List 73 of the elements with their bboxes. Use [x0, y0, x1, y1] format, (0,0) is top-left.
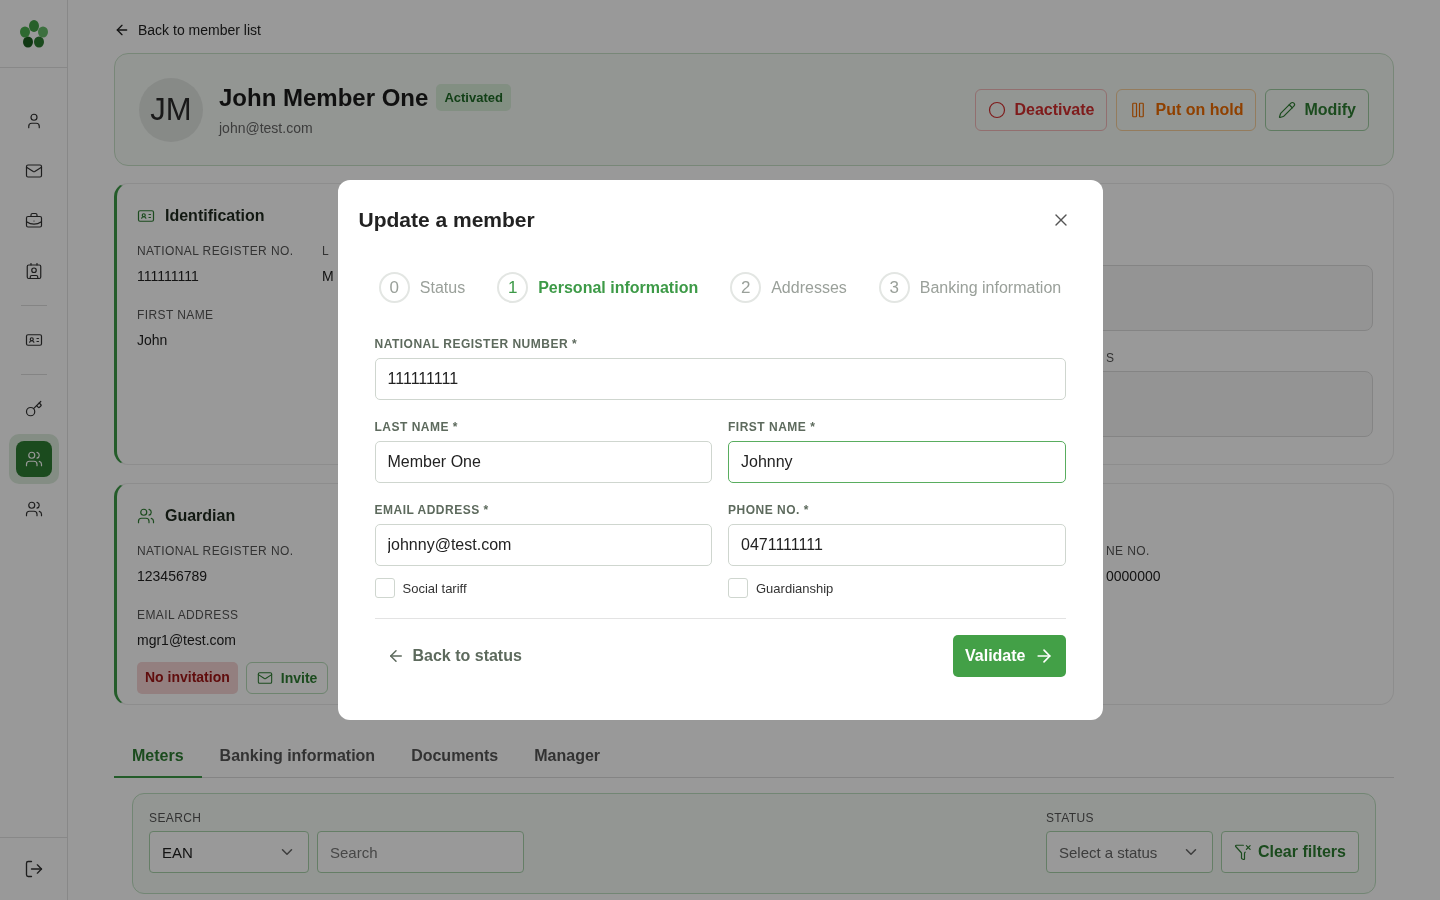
- field-label: NE NO.: [1106, 544, 1151, 558]
- status-badge: Activated: [436, 84, 511, 111]
- back-link-text: Back to member list: [138, 22, 261, 38]
- action-button[interactable]: Modify: [1265, 88, 1369, 131]
- input-field[interactable]: johnny@test.com: [374, 524, 712, 566]
- logo-icon: [18, 18, 49, 49]
- mail-icon: [256, 670, 273, 686]
- field-label: FIRST NAME: [137, 308, 215, 322]
- logout-icon[interactable]: [23, 859, 44, 879]
- action-button[interactable]: Deactivate: [975, 88, 1108, 131]
- back-button[interactable]: Back to status: [374, 635, 534, 677]
- input-field[interactable]: Member One: [374, 441, 712, 483]
- input-field[interactable]: 111111111: [374, 358, 1066, 400]
- field-label: EMAIL ADDRESS: [137, 608, 240, 622]
- member-email: john@test.com: [219, 119, 314, 136]
- filter-label: SEARCH: [149, 811, 203, 825]
- back-link[interactable]: Back to member list: [114, 20, 261, 40]
- step[interactable]: 0 Status: [378, 272, 466, 303]
- checkbox[interactable]: [728, 578, 748, 598]
- avatar: JM: [139, 77, 203, 142]
- search-type-select[interactable]: EAN: [149, 831, 309, 873]
- contact-book-icon: [24, 262, 43, 280]
- circle-icon: [988, 100, 1007, 119]
- checkbox-label: Social tariff: [402, 580, 467, 596]
- users-icon: [24, 500, 43, 518]
- member-name: John Member One: [219, 83, 429, 112]
- field-value: John: [137, 332, 169, 348]
- field-value: M: [322, 268, 335, 284]
- step[interactable]: 1 Personal information: [497, 272, 699, 303]
- tab[interactable]: Banking information: [201, 736, 394, 778]
- sidebar-item[interactable]: [8, 434, 59, 484]
- field-label: FIRST NAME *: [728, 420, 817, 434]
- field-value: 123456789: [137, 568, 209, 584]
- status-select[interactable]: Select a status: [1045, 831, 1213, 873]
- tab[interactable]: Manager: [516, 736, 619, 778]
- input-field[interactable]: 0471111111: [728, 524, 1066, 566]
- field-label: EMAIL ADDRESS *: [374, 503, 490, 517]
- filter-clear-icon: [1233, 843, 1252, 861]
- mail-icon: [24, 162, 43, 180]
- tab[interactable]: Documents: [393, 736, 517, 778]
- action-button[interactable]: Put on hold: [1116, 88, 1257, 131]
- checkbox[interactable]: [374, 578, 395, 598]
- id-card-icon: [137, 207, 155, 225]
- dialog-title: Update a member: [358, 208, 535, 232]
- card-title: Guardian: [165, 507, 236, 525]
- field-value: 0000000: [1106, 568, 1162, 584]
- invite-button[interactable]: Invite: [245, 662, 329, 694]
- tab[interactable]: Meters: [114, 736, 202, 778]
- briefcase-icon: [24, 212, 43, 230]
- search-field[interactable]: Search: [317, 831, 524, 873]
- pencil-icon: [1278, 100, 1297, 119]
- field-label: PHONE NO. *: [728, 503, 810, 517]
- field-label: NATIONAL REGISTER NUMBER *: [374, 337, 579, 351]
- field-label: NATIONAL REGISTER NO.: [137, 544, 295, 558]
- step[interactable]: 3 Banking information: [878, 272, 1062, 303]
- clear-filters-button[interactable]: Clear filters: [1220, 831, 1359, 873]
- users-icon: [137, 507, 155, 525]
- users-icon: [24, 450, 43, 468]
- field-label: S: [1106, 351, 1116, 365]
- id-card-icon: [24, 331, 43, 349]
- field-label: LAST NAME *: [374, 420, 459, 434]
- checkbox-label: Guardianship: [756, 580, 834, 596]
- field-value: 111111111: [137, 268, 200, 284]
- field-value: mgr1@test.com: [137, 632, 237, 648]
- field-label: L: [322, 244, 331, 258]
- invitation-badge: No invitation: [137, 662, 238, 694]
- input-field[interactable]: Johnny: [728, 441, 1066, 483]
- filter-label: STATUS: [1045, 811, 1095, 825]
- card-title: Identification: [165, 207, 265, 225]
- validate-button[interactable]: Validate: [953, 635, 1066, 677]
- step[interactable]: 2 Addresses: [730, 272, 847, 303]
- key-icon: [24, 400, 43, 418]
- field-label: NATIONAL REGISTER NO.: [137, 244, 295, 258]
